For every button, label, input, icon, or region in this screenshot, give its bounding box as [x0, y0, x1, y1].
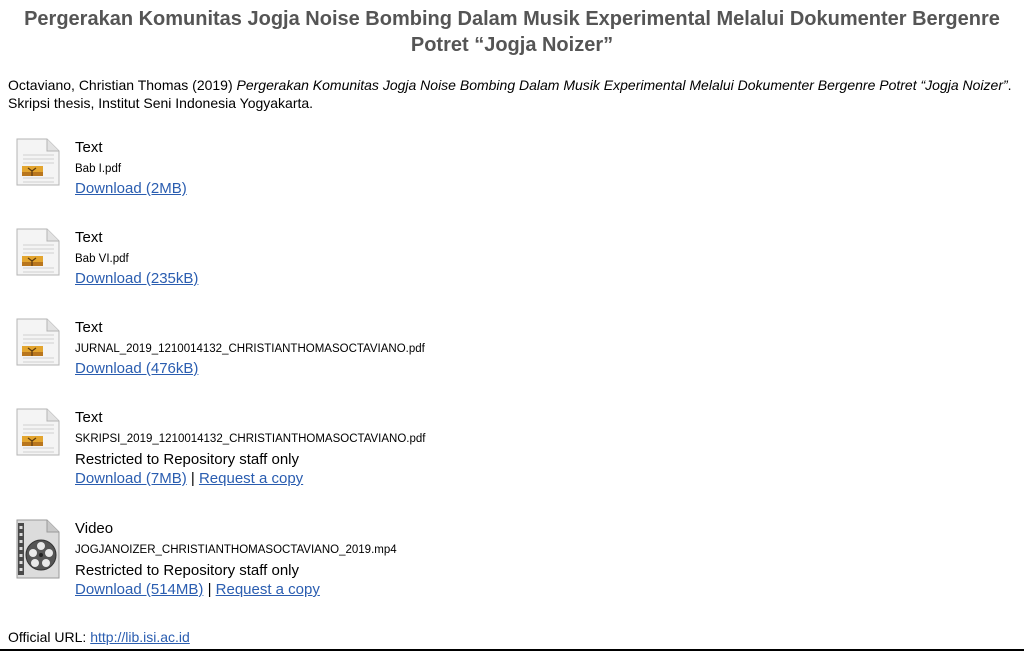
request-copy-link[interactable]: Request a copy — [199, 470, 303, 487]
restricted-notice: Restricted to Repository staff only — [75, 451, 299, 468]
citation-work-title: Pergerakan Komunitas Jogja Noise Bombing… — [236, 77, 1008, 93]
document-filename: JURNAL_2019_1210014132_CHRISTIANTHOMASOC… — [75, 343, 425, 355]
download-link[interactable]: Download (2MB) — [75, 180, 187, 197]
text-document-icon[interactable] — [14, 228, 62, 276]
document-format: Text — [75, 229, 103, 246]
link-separator: | — [203, 581, 216, 598]
download-link[interactable]: Download (476kB) — [75, 360, 198, 377]
document-format: Text — [75, 139, 103, 156]
document-filename: SKRIPSI_2019_1210014132_CHRISTIANTHOMASO… — [75, 433, 426, 445]
restricted-notice: Restricted to Repository staff only — [75, 562, 299, 579]
page-title: Pergerakan Komunitas Jogja Noise Bombing… — [24, 8, 1000, 56]
official-url-link[interactable]: http://lib.isi.ac.id — [90, 629, 190, 645]
download-link[interactable]: Download (7MB) — [75, 470, 187, 487]
document-format: Video — [75, 520, 114, 537]
document-format: Text — [75, 409, 103, 426]
video-film-reel-icon[interactable] — [14, 519, 62, 579]
document-filename: JOGJANOIZER_CHRISTIANTHOMASOCTAVIANO_201… — [75, 544, 397, 556]
download-link[interactable]: Download (514MB) — [75, 581, 203, 598]
text-document-icon[interactable] — [14, 138, 62, 186]
document-format: Text — [75, 319, 103, 336]
download-link[interactable]: Download (235kB) — [75, 270, 198, 287]
text-document-icon[interactable] — [14, 408, 62, 456]
document-filename: Bab VI.pdf — [75, 253, 129, 265]
text-document-icon[interactable] — [14, 318, 62, 366]
link-separator: | — [186, 470, 199, 487]
document-filename: Bab I.pdf — [75, 163, 122, 175]
citation-authors-year: Octaviano, Christian Thomas (2019) — [8, 77, 237, 93]
request-copy-link[interactable]: Request a copy — [216, 581, 320, 598]
official-url-label: Official URL: — [8, 629, 91, 645]
official-url: Official URL: http://lib.isi.ac.id — [8, 628, 190, 646]
citation: Octaviano, Christian Thomas (2019) Perge… — [8, 76, 1013, 112]
